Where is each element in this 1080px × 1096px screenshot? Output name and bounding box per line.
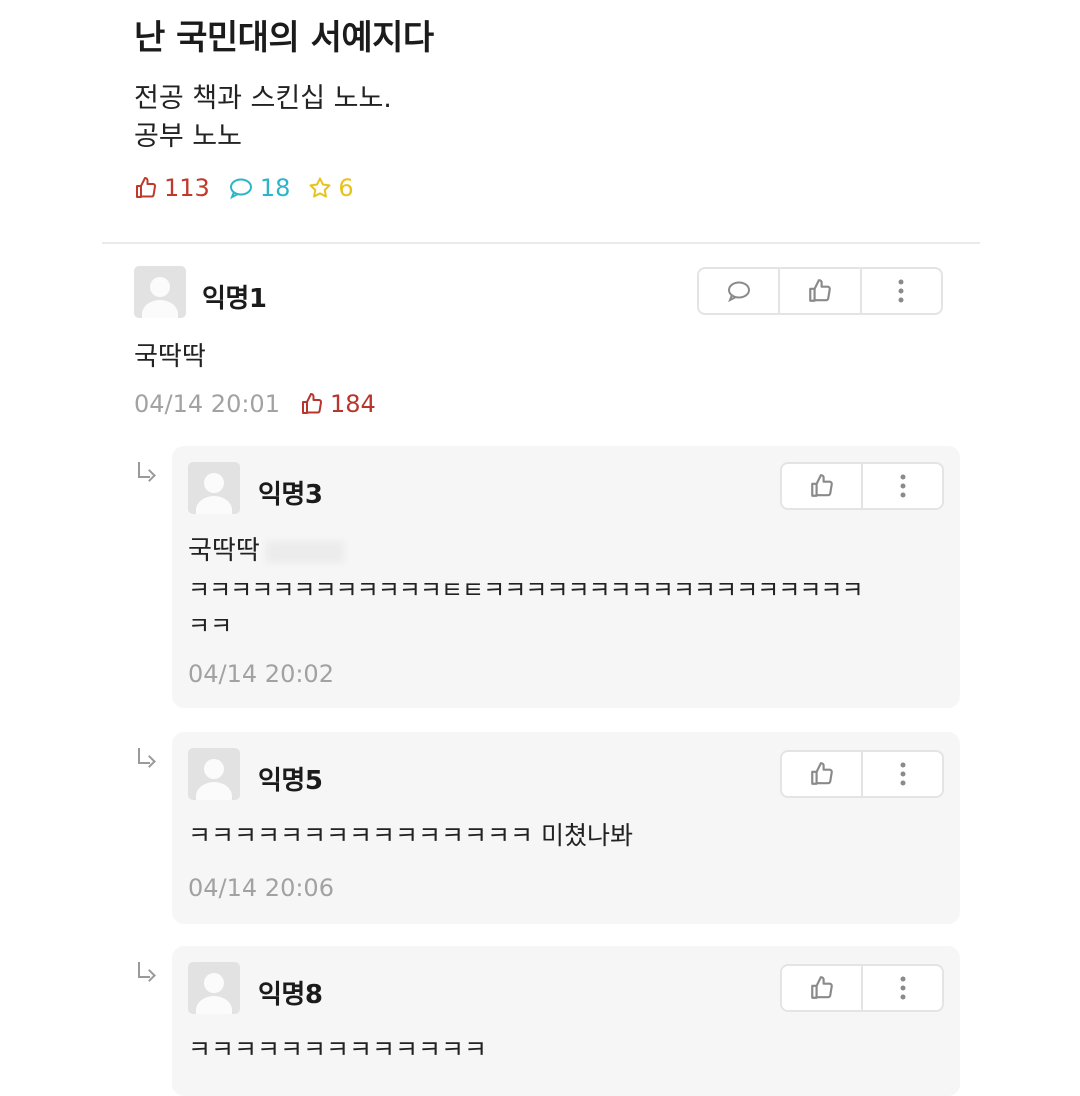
reply-time: 04/14 20:02 bbox=[188, 660, 334, 688]
reply-actions bbox=[780, 462, 944, 510]
like-count: 113 bbox=[134, 174, 210, 202]
reply-author: 익명5 bbox=[258, 766, 323, 796]
comment-count: 18 bbox=[228, 174, 290, 202]
thumbs-up-icon bbox=[810, 474, 833, 497]
more-vertical-icon bbox=[900, 976, 905, 1000]
more-vertical-icon bbox=[898, 279, 904, 303]
thumbs-up-icon bbox=[136, 177, 156, 198]
star-icon bbox=[309, 177, 331, 198]
reply-button[interactable] bbox=[699, 269, 778, 313]
more-button[interactable] bbox=[859, 269, 941, 313]
thumbs-up-icon bbox=[301, 393, 322, 414]
more-vertical-icon bbox=[900, 762, 905, 786]
scrap-count: 6 bbox=[308, 174, 354, 202]
comment-author: 익명1 bbox=[202, 284, 267, 314]
reply-time: 04/14 20:06 bbox=[188, 874, 334, 902]
default-avatar-icon bbox=[188, 462, 240, 514]
post-title: 난 국민대의 서예지다 bbox=[134, 18, 434, 58]
like-button[interactable] bbox=[782, 752, 861, 796]
reply-text-line: ㅋㅋ bbox=[188, 612, 233, 640]
reply-text-line: 국딱딱 bbox=[188, 530, 344, 567]
reply-actions bbox=[780, 964, 944, 1012]
comment-like-count: 184 bbox=[300, 390, 376, 418]
thumbs-up-icon bbox=[810, 976, 833, 999]
more-button[interactable] bbox=[861, 752, 942, 796]
blurred-text bbox=[265, 540, 344, 563]
reply-author: 익명3 bbox=[258, 480, 323, 510]
thumbs-up-icon bbox=[810, 762, 833, 785]
post-body: 전공 책과 스킨십 노노. 공부 노노 bbox=[134, 80, 392, 156]
more-button[interactable] bbox=[861, 966, 942, 1010]
like-button[interactable] bbox=[782, 464, 861, 508]
reply-text-line: ㅋㅋㅋㅋㅋㅋㅋㅋㅋㅋㅋㅋㅌㅌㅋㅋㅋㅋㅋㅋㅋㅋㅋㅋㅋㅋㅋㅋㅋㅋㅋㅋ bbox=[188, 576, 864, 604]
default-avatar-icon bbox=[188, 748, 240, 800]
reply-author: 익명8 bbox=[258, 980, 323, 1010]
reply-text-line: ㅋㅋㅋㅋㅋㅋㅋㅋㅋㅋㅋㅋㅋ bbox=[188, 1035, 488, 1064]
comment-time: 04/14 20:01 bbox=[134, 390, 280, 418]
more-vertical-icon bbox=[900, 474, 905, 498]
default-avatar-icon bbox=[188, 962, 240, 1014]
like-button[interactable] bbox=[782, 966, 861, 1010]
comment-actions bbox=[697, 267, 943, 315]
comment-meta: 04/14 20:01 184 bbox=[134, 390, 376, 418]
speech-bubble-icon bbox=[727, 281, 750, 303]
thumbs-up-icon bbox=[809, 279, 831, 302]
speech-bubble-icon bbox=[229, 178, 252, 200]
default-avatar-icon bbox=[134, 266, 186, 318]
post-body-line: 공부 노노 bbox=[134, 121, 242, 152]
reply-arrow-icon bbox=[136, 462, 156, 482]
more-button[interactable] bbox=[861, 464, 942, 508]
post-stats: 113 18 6 bbox=[134, 174, 372, 202]
divider bbox=[102, 242, 980, 244]
like-button[interactable] bbox=[778, 269, 859, 313]
reply-arrow-icon bbox=[136, 962, 156, 982]
post-body-line: 전공 책과 스킨십 노노. bbox=[134, 83, 392, 114]
comment-text: 국딱딱 bbox=[134, 342, 206, 372]
reply-arrow-icon bbox=[136, 748, 156, 768]
reply-text-line: ㅋㅋㅋㅋㅋㅋㅋㅋㅋㅋㅋㅋㅋㅋㅋ 미쳤나봐 bbox=[188, 821, 633, 850]
reply-actions bbox=[780, 750, 944, 798]
